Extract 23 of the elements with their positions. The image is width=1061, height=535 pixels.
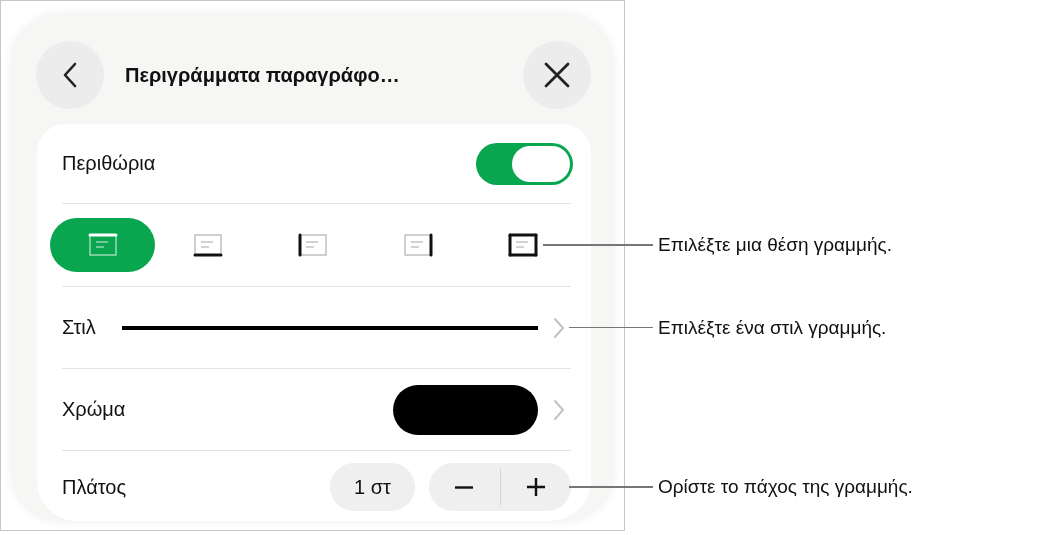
width-label: Πλάτος [62,475,127,499]
paragraph-border-icon [191,232,224,258]
back-icon [63,62,77,88]
close-icon [543,61,571,89]
chevron-icon [553,316,565,339]
color-label: Χρώμα [62,398,127,421]
panel-title: Περιγράμματα παραγράφο… [125,63,401,87]
paragraph-border-icon [506,232,539,258]
paragraph-border-icon [296,232,329,258]
paragraph-border-icon [401,232,434,258]
borders-label: Περιθώρια [62,152,156,175]
callout-text: Επιλέξτε μια θέση γραμμής. [658,234,892,256]
line-style-preview[interactable] [121,325,538,330]
width-value: 1 στ [330,463,415,511]
minus-icon [454,485,475,489]
paragraph-border-icon [86,232,119,258]
plus-icon [525,477,546,497]
callout-text: Επιλέξτε ένα στιλ γραμμής. [658,316,887,339]
color-swatch[interactable] [393,384,538,435]
chevron-icon [553,398,565,421]
callout-text: Ορίστε το πάχος της γραμμής. [658,476,913,498]
style-label: Στιλ [62,316,96,339]
borders-toggle[interactable] [476,142,573,185]
